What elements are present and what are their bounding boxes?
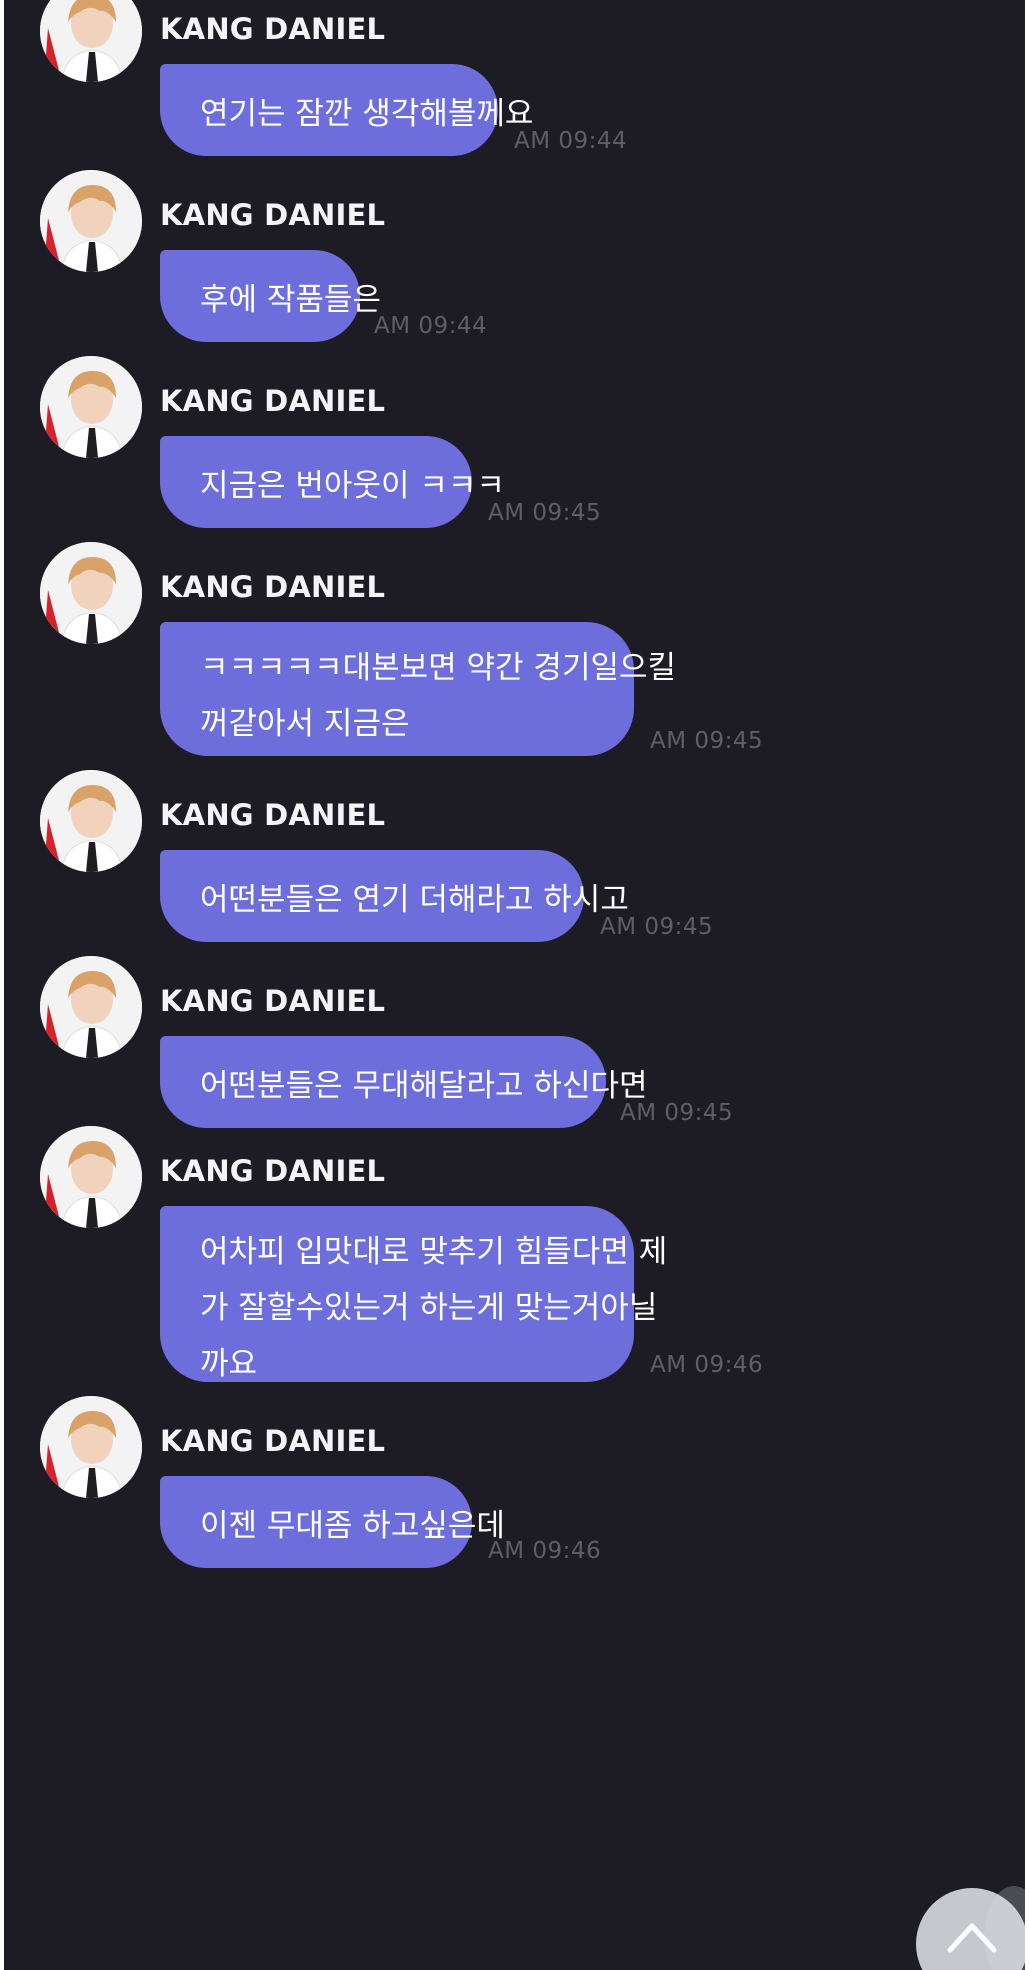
avatar[interactable] <box>40 1396 142 1498</box>
message-timestamp: AM 09:44 <box>514 128 628 154</box>
message-text: 어차피 입맛대로 맞추기 힘들다면 제 <box>200 1234 668 1270</box>
chat-log[interactable]: KANG DANIEL 연기는 잠깐 생각해볼께요 AM 09:44 KANG … <box>4 0 1025 1970</box>
message-text: 어떤분들은 무대해달라고 하신다면 <box>200 1068 648 1104</box>
message-timestamp: AM 09:46 <box>650 1352 764 1378</box>
avatar[interactable] <box>40 542 142 644</box>
sender-name: KANG DANIEL <box>160 984 386 1018</box>
profile-photo-icon <box>40 542 142 644</box>
profile-photo-icon <box>40 356 142 458</box>
message-timestamp: AM 09:45 <box>600 914 714 940</box>
profile-photo-icon <box>40 770 142 872</box>
sender-name: KANG DANIEL <box>160 384 386 418</box>
avatar[interactable] <box>40 1126 142 1228</box>
message-bubble[interactable]: 연기는 잠깐 생각해볼께요 <box>160 64 534 156</box>
message-timestamp: AM 09:44 <box>374 313 488 339</box>
message-timestamp: AM 09:45 <box>488 500 602 526</box>
message-text: 가 잘할수있는거 하는게 맞는거아닐 <box>200 1290 658 1326</box>
message-text: 지금은 번아웃이 ㅋㅋㅋ <box>200 468 505 504</box>
message-text: 이젠 무대좀 하고싶은데 <box>200 1508 505 1544</box>
avatar[interactable] <box>40 356 142 458</box>
profile-photo-icon <box>40 1126 142 1228</box>
sender-name: KANG DANIEL <box>160 1154 386 1188</box>
message-timestamp: AM 09:45 <box>650 728 764 754</box>
message-bubble[interactable]: ㅋㅋㅋㅋㅋ대본보면 약간 경기일으킬 꺼같아서 지금은 <box>160 622 677 756</box>
sender-name: KANG DANIEL <box>160 198 386 232</box>
message-text: ㅋㅋㅋㅋㅋ대본보면 약간 경기일으킬 <box>200 650 677 686</box>
message-timestamp: AM 09:46 <box>488 1538 602 1564</box>
message-timestamp: AM 09:45 <box>620 1100 734 1126</box>
screen: KANG DANIEL 연기는 잠깐 생각해볼께요 AM 09:44 KANG … <box>0 0 1029 1970</box>
message-bubble[interactable]: 이젠 무대좀 하고싶은데 <box>160 1476 505 1568</box>
message-bubble[interactable]: 어떤분들은 무대해달라고 하신다면 <box>160 1036 648 1128</box>
message-bubble[interactable]: 지금은 번아웃이 ㅋㅋㅋ <box>160 436 505 528</box>
avatar[interactable] <box>40 0 142 82</box>
avatar[interactable] <box>40 770 142 872</box>
message-text: 연기는 잠깐 생각해볼께요 <box>200 96 534 132</box>
message-text: 까요 <box>200 1346 258 1382</box>
profile-photo-icon <box>40 1396 142 1498</box>
message-text: 후에 작품들은 <box>200 282 381 318</box>
avatar[interactable] <box>40 956 142 1058</box>
profile-photo-icon <box>40 0 142 82</box>
message-text: 꺼같아서 지금은 <box>200 706 410 742</box>
message-bubble[interactable]: 후에 작품들은 <box>160 250 381 342</box>
sender-name: KANG DANIEL <box>160 570 386 604</box>
profile-photo-icon <box>40 956 142 1058</box>
message-text: 어떤분들은 연기 더해라고 하시고 <box>200 882 629 918</box>
sender-name: KANG DANIEL <box>160 12 386 46</box>
chevron-up-icon <box>947 1923 997 1953</box>
profile-photo-icon <box>40 170 142 272</box>
avatar[interactable] <box>40 170 142 272</box>
message-bubble[interactable]: 어떤분들은 연기 더해라고 하시고 <box>160 850 629 942</box>
sender-name: KANG DANIEL <box>160 1424 386 1458</box>
message-bubble[interactable]: 어차피 입맛대로 맞추기 힘들다면 제 가 잘할수있는거 하는게 맞는거아닐 까… <box>160 1206 668 1382</box>
sender-name: KANG DANIEL <box>160 798 386 832</box>
